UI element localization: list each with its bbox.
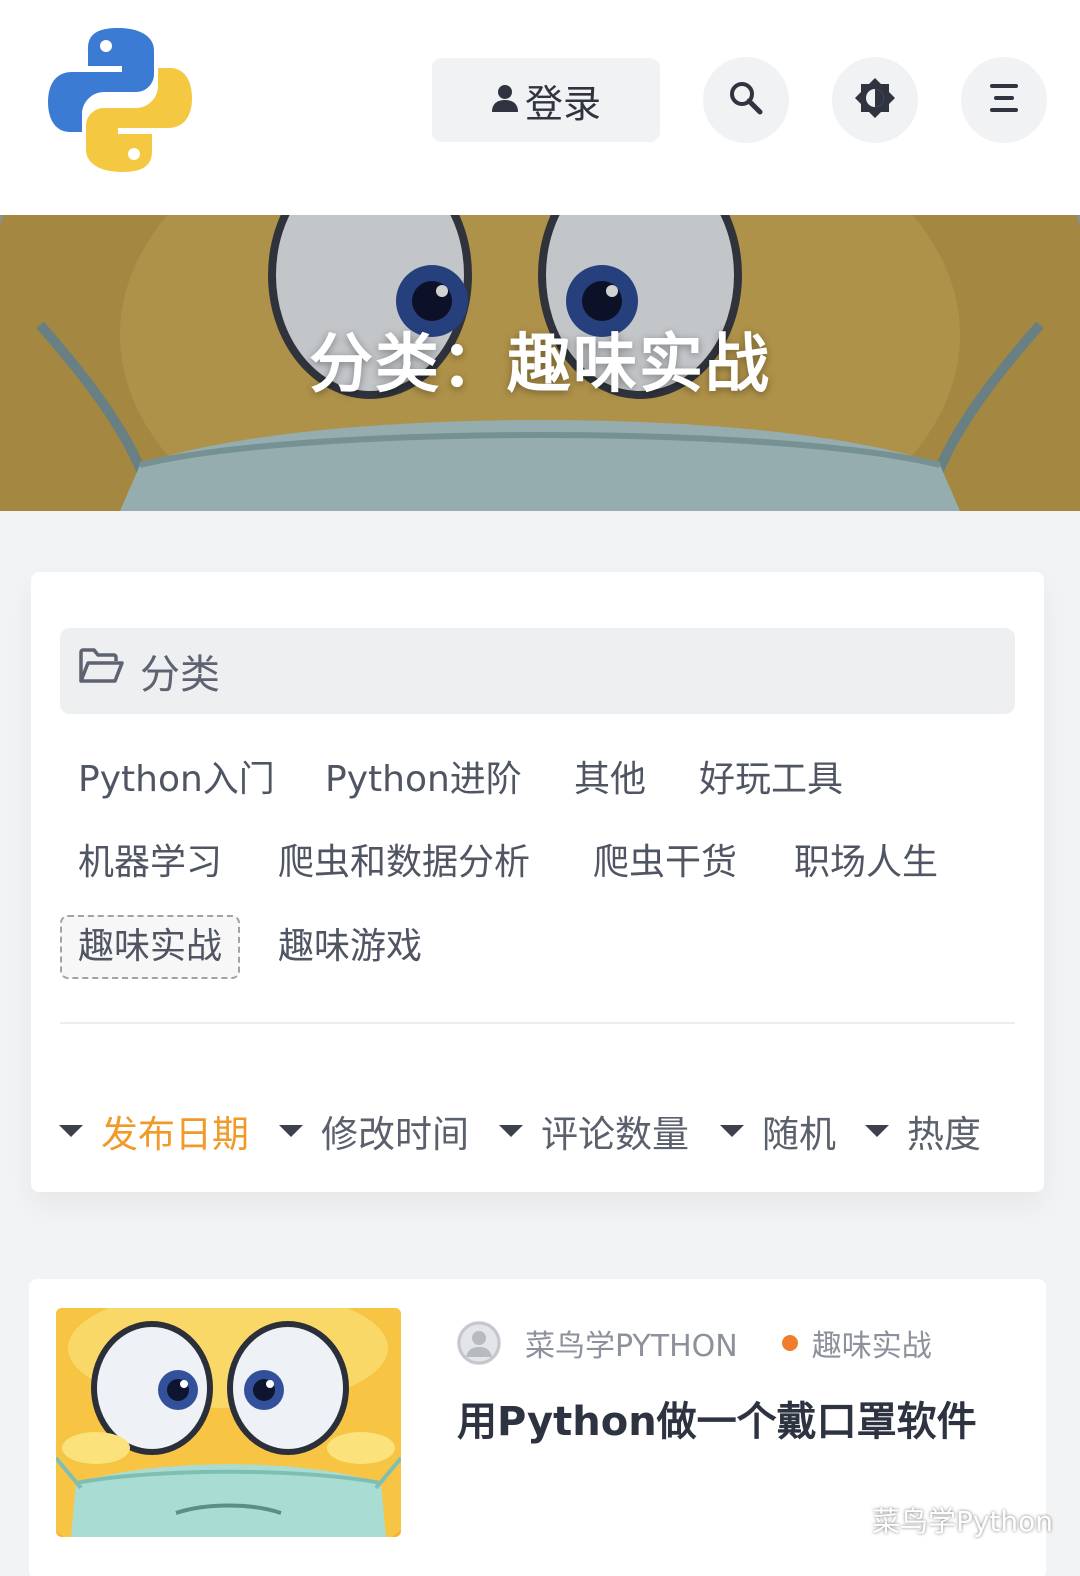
menu-button[interactable] (961, 57, 1047, 143)
login-label: 登录 (524, 81, 601, 126)
theme-toggle-button[interactable] (832, 57, 918, 143)
post-title[interactable]: 用Python做一个戴口罩软件 (457, 1389, 977, 1447)
sort-label: 热度 (907, 1113, 981, 1156)
caret-down-icon (59, 1125, 83, 1137)
category-tag[interactable]: Python入门 (78, 762, 275, 798)
divider (60, 1022, 1015, 1024)
category-tag[interactable]: 爬虫干货 (593, 845, 737, 881)
banner-title: 分类：趣味实战 (309, 328, 771, 402)
category-tag[interactable]: Python进阶 (325, 762, 522, 798)
sort-label: 发布日期 (101, 1113, 249, 1156)
sort-option[interactable]: 修改时间 (279, 1104, 469, 1158)
folder-open-icon (78, 647, 124, 695)
sort-option[interactable]: 随机 (720, 1104, 836, 1158)
post-category[interactable]: 趣味实战 (812, 1321, 932, 1365)
sort-label: 随机 (762, 1113, 836, 1156)
avatar[interactable] (457, 1321, 501, 1365)
caret-down-icon (865, 1125, 889, 1137)
watermark-text: 菜鸟学Python (872, 1504, 1054, 1538)
search-icon (728, 80, 764, 120)
site-header: 登录 (0, 0, 1080, 215)
category-tag[interactable]: 好玩工具 (699, 762, 843, 798)
category-tag[interactable]: 其他 (574, 762, 646, 798)
category-heading: 分类 (60, 628, 1015, 714)
post-meta: 菜鸟学PYTHON 趣味实战 (457, 1321, 932, 1365)
category-tag[interactable]: 趣味游戏 (278, 929, 422, 965)
login-button[interactable]: 登录 (432, 58, 660, 142)
sort-option[interactable]: 评论数量 (499, 1104, 689, 1158)
category-banner: 分类：趣味实战 (0, 215, 1080, 511)
menu-icon (986, 82, 1022, 118)
sort-label: 修改时间 (321, 1113, 469, 1156)
caret-down-icon (279, 1125, 303, 1137)
theme-toggle-icon (853, 76, 897, 124)
post-author[interactable]: 菜鸟学PYTHON (525, 1321, 738, 1365)
sort-label: 评论数量 (541, 1113, 689, 1156)
category-tag[interactable]: 机器学习 (78, 845, 222, 881)
watermark: 菜鸟学Python (818, 1498, 1053, 1541)
caret-down-icon (499, 1125, 523, 1137)
category-tag-active[interactable]: 趣味实战 (60, 915, 241, 979)
caret-down-icon (720, 1125, 744, 1137)
category-tag[interactable]: 爬虫和数据分析 (278, 845, 530, 881)
category-dot (781, 1335, 798, 1351)
python-logo[interactable] (44, 24, 196, 176)
search-button[interactable] (703, 57, 789, 143)
category-filter-card: 分类 Python入门 Python进阶 其他 好玩工具 机器学习 爬虫和数据分… (31, 572, 1044, 1192)
category-heading-label: 分类 (140, 652, 220, 698)
category-tag[interactable]: 职场人生 (794, 845, 938, 881)
sort-option[interactable]: 热度 (865, 1104, 981, 1158)
wechat-icon (818, 1498, 864, 1541)
sort-option-active[interactable]: 发布日期 (59, 1104, 249, 1158)
user-icon (491, 78, 519, 122)
post-thumbnail[interactable] (56, 1308, 401, 1537)
